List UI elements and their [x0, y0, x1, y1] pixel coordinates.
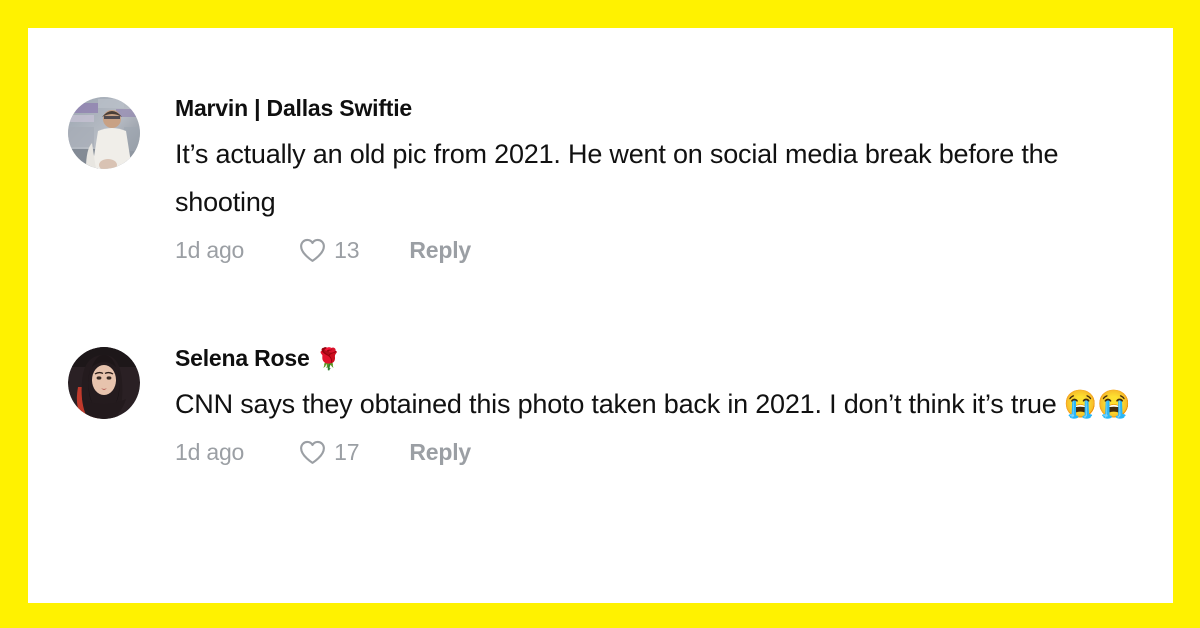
- rose-emoji: 🌹: [315, 347, 342, 371]
- yellow-border-frame: Marvin | Dallas Swiftie It’s actually an…: [0, 0, 1200, 628]
- like-button[interactable]: 17: [299, 438, 360, 466]
- avatar[interactable]: [68, 97, 140, 169]
- comment-text: It’s actually an old pic from 2021. He w…: [175, 139, 1059, 217]
- comment-text: CNN says they obtained this photo taken …: [175, 389, 1131, 419]
- like-button[interactable]: 13: [299, 236, 360, 264]
- reply-button[interactable]: Reply: [409, 236, 471, 264]
- comment-timestamp: 1d ago: [175, 439, 245, 465]
- heart-outline-icon: [300, 440, 326, 464]
- like-count: 13: [334, 237, 360, 263]
- comment-body: Selena Rose 🌹 CNN says they obtained thi…: [175, 343, 1131, 466]
- avatar-image-marvin: [68, 97, 140, 169]
- avatar[interactable]: [68, 347, 140, 419]
- comment-meta: 1d ago 13 Reply: [175, 236, 1155, 264]
- like-count: 17: [334, 439, 360, 465]
- comment-username[interactable]: Marvin | Dallas Swiftie: [175, 93, 1155, 124]
- comment-item: Selena Rose 🌹 CNN says they obtained thi…: [68, 343, 1131, 466]
- comment-username[interactable]: Selena Rose 🌹: [175, 343, 1131, 374]
- heart-outline-icon: [300, 238, 326, 262]
- avatar-image-selena: [68, 347, 140, 419]
- comment-item: Marvin | Dallas Swiftie It’s actually an…: [68, 93, 1155, 264]
- comments-card: Marvin | Dallas Swiftie It’s actually an…: [28, 28, 1173, 603]
- username-text: Marvin | Dallas Swiftie: [175, 95, 413, 121]
- username-text: Selena Rose: [175, 345, 310, 371]
- reply-button[interactable]: Reply: [409, 438, 471, 466]
- comment-meta: 1d ago 17 Reply: [175, 438, 1131, 466]
- comment-body: Marvin | Dallas Swiftie It’s actually an…: [175, 93, 1155, 264]
- comment-timestamp: 1d ago: [175, 237, 245, 263]
